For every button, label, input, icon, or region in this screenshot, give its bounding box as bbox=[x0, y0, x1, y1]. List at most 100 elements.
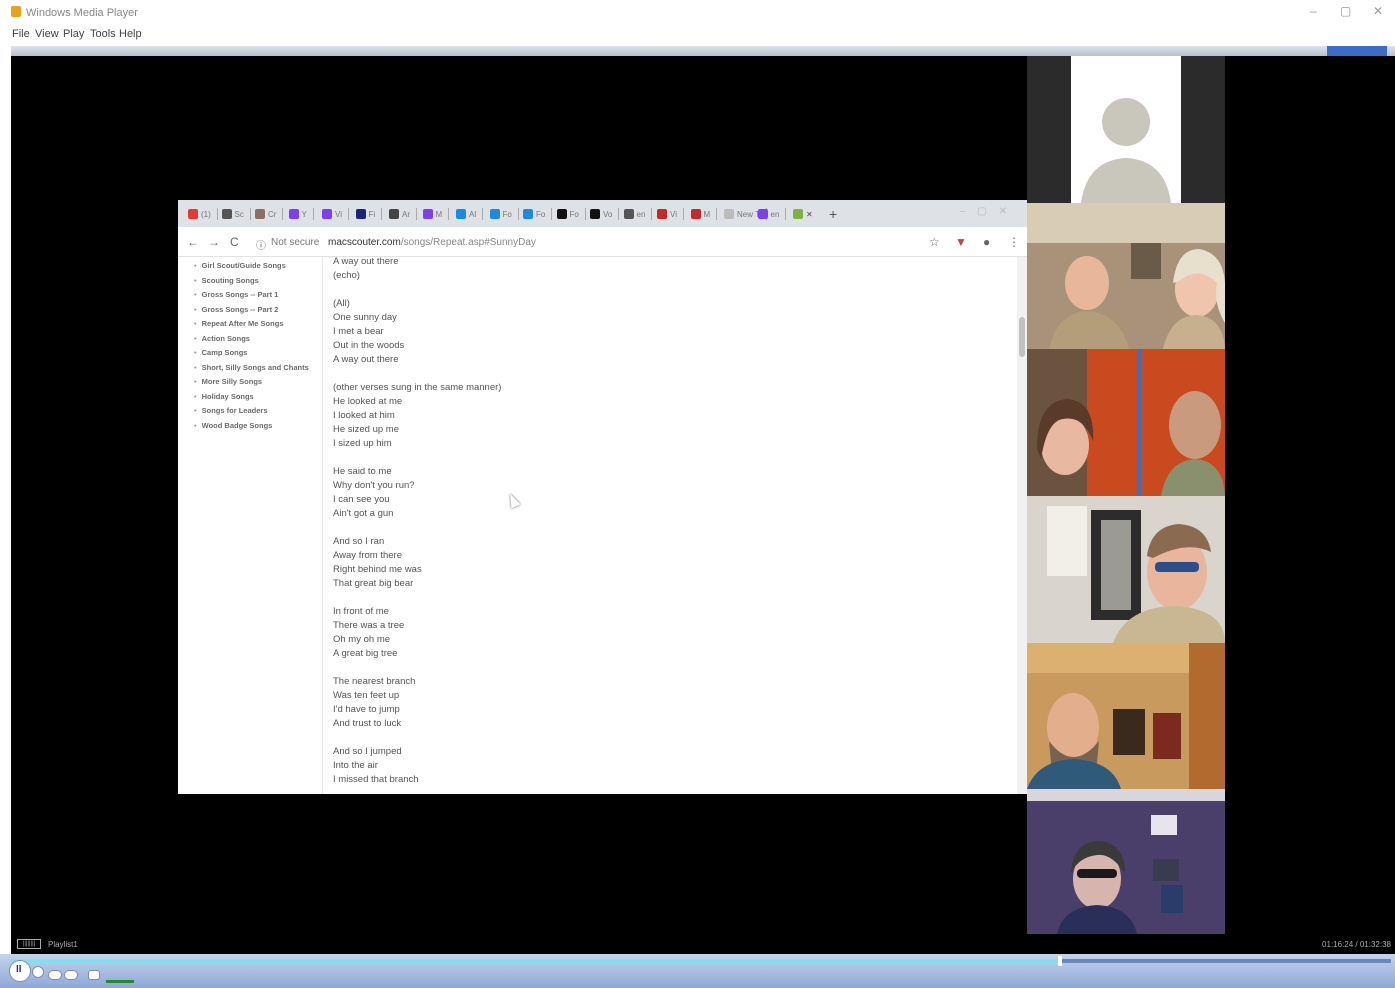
song-category-link[interactable]: Scouting Songs bbox=[194, 274, 324, 289]
lyrics-line: (other verses sung in the same manner) bbox=[333, 382, 502, 393]
lyrics-line: He said to me bbox=[333, 466, 392, 477]
browser-tab[interactable]: Fo bbox=[489, 206, 519, 222]
player-controls bbox=[0, 954, 1395, 988]
song-category-link[interactable]: Gross Songs -- Part 2 bbox=[194, 303, 324, 318]
browser-tab[interactable]: Vo bbox=[590, 206, 620, 222]
view-switch-controls[interactable] bbox=[1327, 46, 1387, 56]
browser-tab[interactable]: M bbox=[690, 206, 718, 222]
participant-gallery bbox=[1027, 56, 1225, 934]
menu-play[interactable]: Play bbox=[63, 28, 84, 40]
tab-label: Cr bbox=[268, 209, 277, 219]
volume-slider[interactable] bbox=[106, 980, 134, 983]
back-arrow-icon[interactable]: ← bbox=[187, 235, 199, 249]
seek-bar-fill bbox=[11, 959, 1060, 963]
song-category-link[interactable]: Songs for Leaders bbox=[194, 404, 324, 419]
song-category-link[interactable]: Camp Songs bbox=[194, 346, 324, 361]
url-text[interactable]: macscouter.com/songs/Repeat.asp#SunnyDay bbox=[328, 237, 536, 248]
minimize-button[interactable]: – bbox=[1310, 4, 1317, 18]
browser-tab[interactable]: Fo bbox=[556, 206, 586, 222]
tab-favicon-icon bbox=[757, 209, 768, 219]
elapsed-time: 01:16:24 / 01:32:38 bbox=[1322, 940, 1391, 949]
song-category-link[interactable]: Repeat After Me Songs bbox=[194, 317, 324, 332]
browser-tab[interactable]: Y bbox=[288, 206, 314, 222]
previous-button[interactable] bbox=[48, 970, 62, 980]
browser-tab[interactable]: en bbox=[757, 206, 787, 222]
url-host: macscouter.com bbox=[328, 237, 401, 248]
browser-tab[interactable]: Fi bbox=[355, 206, 383, 222]
lyrics-line: One sunny day bbox=[333, 312, 397, 323]
menu-help[interactable]: Help bbox=[119, 28, 142, 40]
seek-bar[interactable] bbox=[11, 956, 1391, 966]
browser-tab[interactable]: Cr bbox=[255, 206, 284, 222]
playlist-label[interactable]: Playlist1 bbox=[48, 940, 78, 949]
tab-separator bbox=[249, 208, 251, 220]
page-scrollbar[interactable] bbox=[1017, 257, 1027, 794]
extension-icon[interactable]: ▼ bbox=[955, 235, 967, 249]
song-category-link[interactable]: Short, Silly Songs and Chants bbox=[194, 361, 324, 376]
song-category-menu: Girl Scout/Guide SongsScouting SongsGros… bbox=[194, 259, 324, 433]
profile-icon[interactable]: ● bbox=[983, 235, 990, 249]
tab-separator bbox=[682, 208, 684, 220]
menu-file[interactable]: File bbox=[12, 28, 30, 40]
participant-tile-pair[interactable] bbox=[1027, 349, 1225, 496]
window-title: Windows Media Player bbox=[26, 7, 138, 19]
maximize-button[interactable]: ▢ bbox=[1340, 4, 1351, 18]
tab-favicon-icon bbox=[623, 209, 634, 219]
close-button[interactable]: ✕ bbox=[1373, 4, 1383, 18]
reload-icon[interactable]: C bbox=[230, 235, 239, 249]
browser-menu-icon[interactable]: ⋮ bbox=[1008, 235, 1020, 249]
bookmark-star-icon[interactable]: ☆ bbox=[929, 235, 940, 249]
browser-tab[interactable]: Fo bbox=[523, 206, 553, 222]
seek-bar-knob[interactable] bbox=[1057, 956, 1062, 966]
info-icon[interactable]: ⓘ bbox=[256, 237, 266, 252]
browser-window-controls[interactable]: –▢✕ bbox=[960, 206, 1019, 217]
tab-favicon-icon bbox=[255, 209, 265, 219]
browser-tab[interactable]: Ar bbox=[389, 206, 417, 222]
tab-label: Fo bbox=[502, 209, 512, 219]
browser-tab[interactable]: (1) bbox=[188, 206, 218, 222]
next-button[interactable] bbox=[64, 970, 78, 980]
tab-separator bbox=[282, 208, 284, 220]
video-area[interactable]: (1) Sc Cr Y Vi Fi Ar M Al Fo Fo Fo Vo en Vi M New Ten ✕ + –… bbox=[11, 56, 1395, 934]
participant-tile-laughing-man[interactable] bbox=[1027, 643, 1225, 789]
participant-tile-man-glasses[interactable] bbox=[1027, 496, 1225, 643]
lyrics-line: That great big bear bbox=[333, 578, 414, 589]
stop-button[interactable] bbox=[32, 966, 44, 978]
tab-favicon-icon bbox=[188, 209, 198, 219]
tab-separator bbox=[312, 208, 314, 220]
menu-view[interactable]: View bbox=[35, 28, 59, 40]
participant-tile-boy-headphones[interactable] bbox=[1027, 789, 1225, 934]
new-tab-button[interactable]: + bbox=[829, 206, 837, 222]
not-secure-label: Not secure bbox=[271, 237, 320, 248]
tab-label: en bbox=[770, 209, 780, 219]
close-tab-icon[interactable]: ✕ bbox=[806, 210, 813, 219]
song-category-link[interactable]: Holiday Songs bbox=[194, 390, 324, 405]
browser-tab[interactable]: M bbox=[422, 206, 450, 222]
tab-label: en bbox=[636, 209, 646, 219]
lyrics-line: A way out there bbox=[333, 354, 399, 365]
menu-tools[interactable]: Tools bbox=[90, 28, 116, 40]
song-category-link[interactable]: Action Songs bbox=[194, 332, 324, 347]
tab-separator bbox=[551, 208, 553, 220]
lyrics-line: (All) bbox=[333, 298, 350, 309]
mute-button[interactable] bbox=[88, 970, 100, 980]
participant-tile-no-video[interactable] bbox=[1027, 56, 1225, 203]
browser-tab[interactable]: Al bbox=[456, 206, 484, 222]
tab-favicon-icon bbox=[590, 209, 600, 219]
pause-button[interactable] bbox=[9, 960, 31, 982]
tab-favicon-icon bbox=[724, 209, 734, 219]
browser-tab[interactable]: en bbox=[623, 206, 653, 222]
browser-tab[interactable]: Sc bbox=[221, 206, 251, 222]
browser-tab[interactable]: Vi bbox=[657, 206, 684, 222]
song-category-link[interactable]: Wood Badge Songs bbox=[194, 419, 324, 434]
participant-tile-couple[interactable] bbox=[1027, 203, 1225, 349]
song-category-link[interactable]: Gross Songs -- Part 1 bbox=[194, 288, 324, 303]
browser-tab[interactable]: Vi bbox=[322, 206, 349, 222]
song-category-link[interactable]: Girl Scout/Guide Songs bbox=[194, 259, 324, 274]
song-lyrics: A way out there (echo) (All) One sunny day I… bbox=[333, 257, 733, 794]
song-category-link[interactable]: More Silly Songs bbox=[194, 375, 324, 390]
lyrics-line: A way out there bbox=[333, 257, 399, 267]
scrollbar-thumb[interactable] bbox=[1019, 317, 1025, 357]
active-browser-tab[interactable]: ✕ bbox=[793, 206, 813, 222]
forward-arrow-icon[interactable]: → bbox=[208, 235, 220, 249]
